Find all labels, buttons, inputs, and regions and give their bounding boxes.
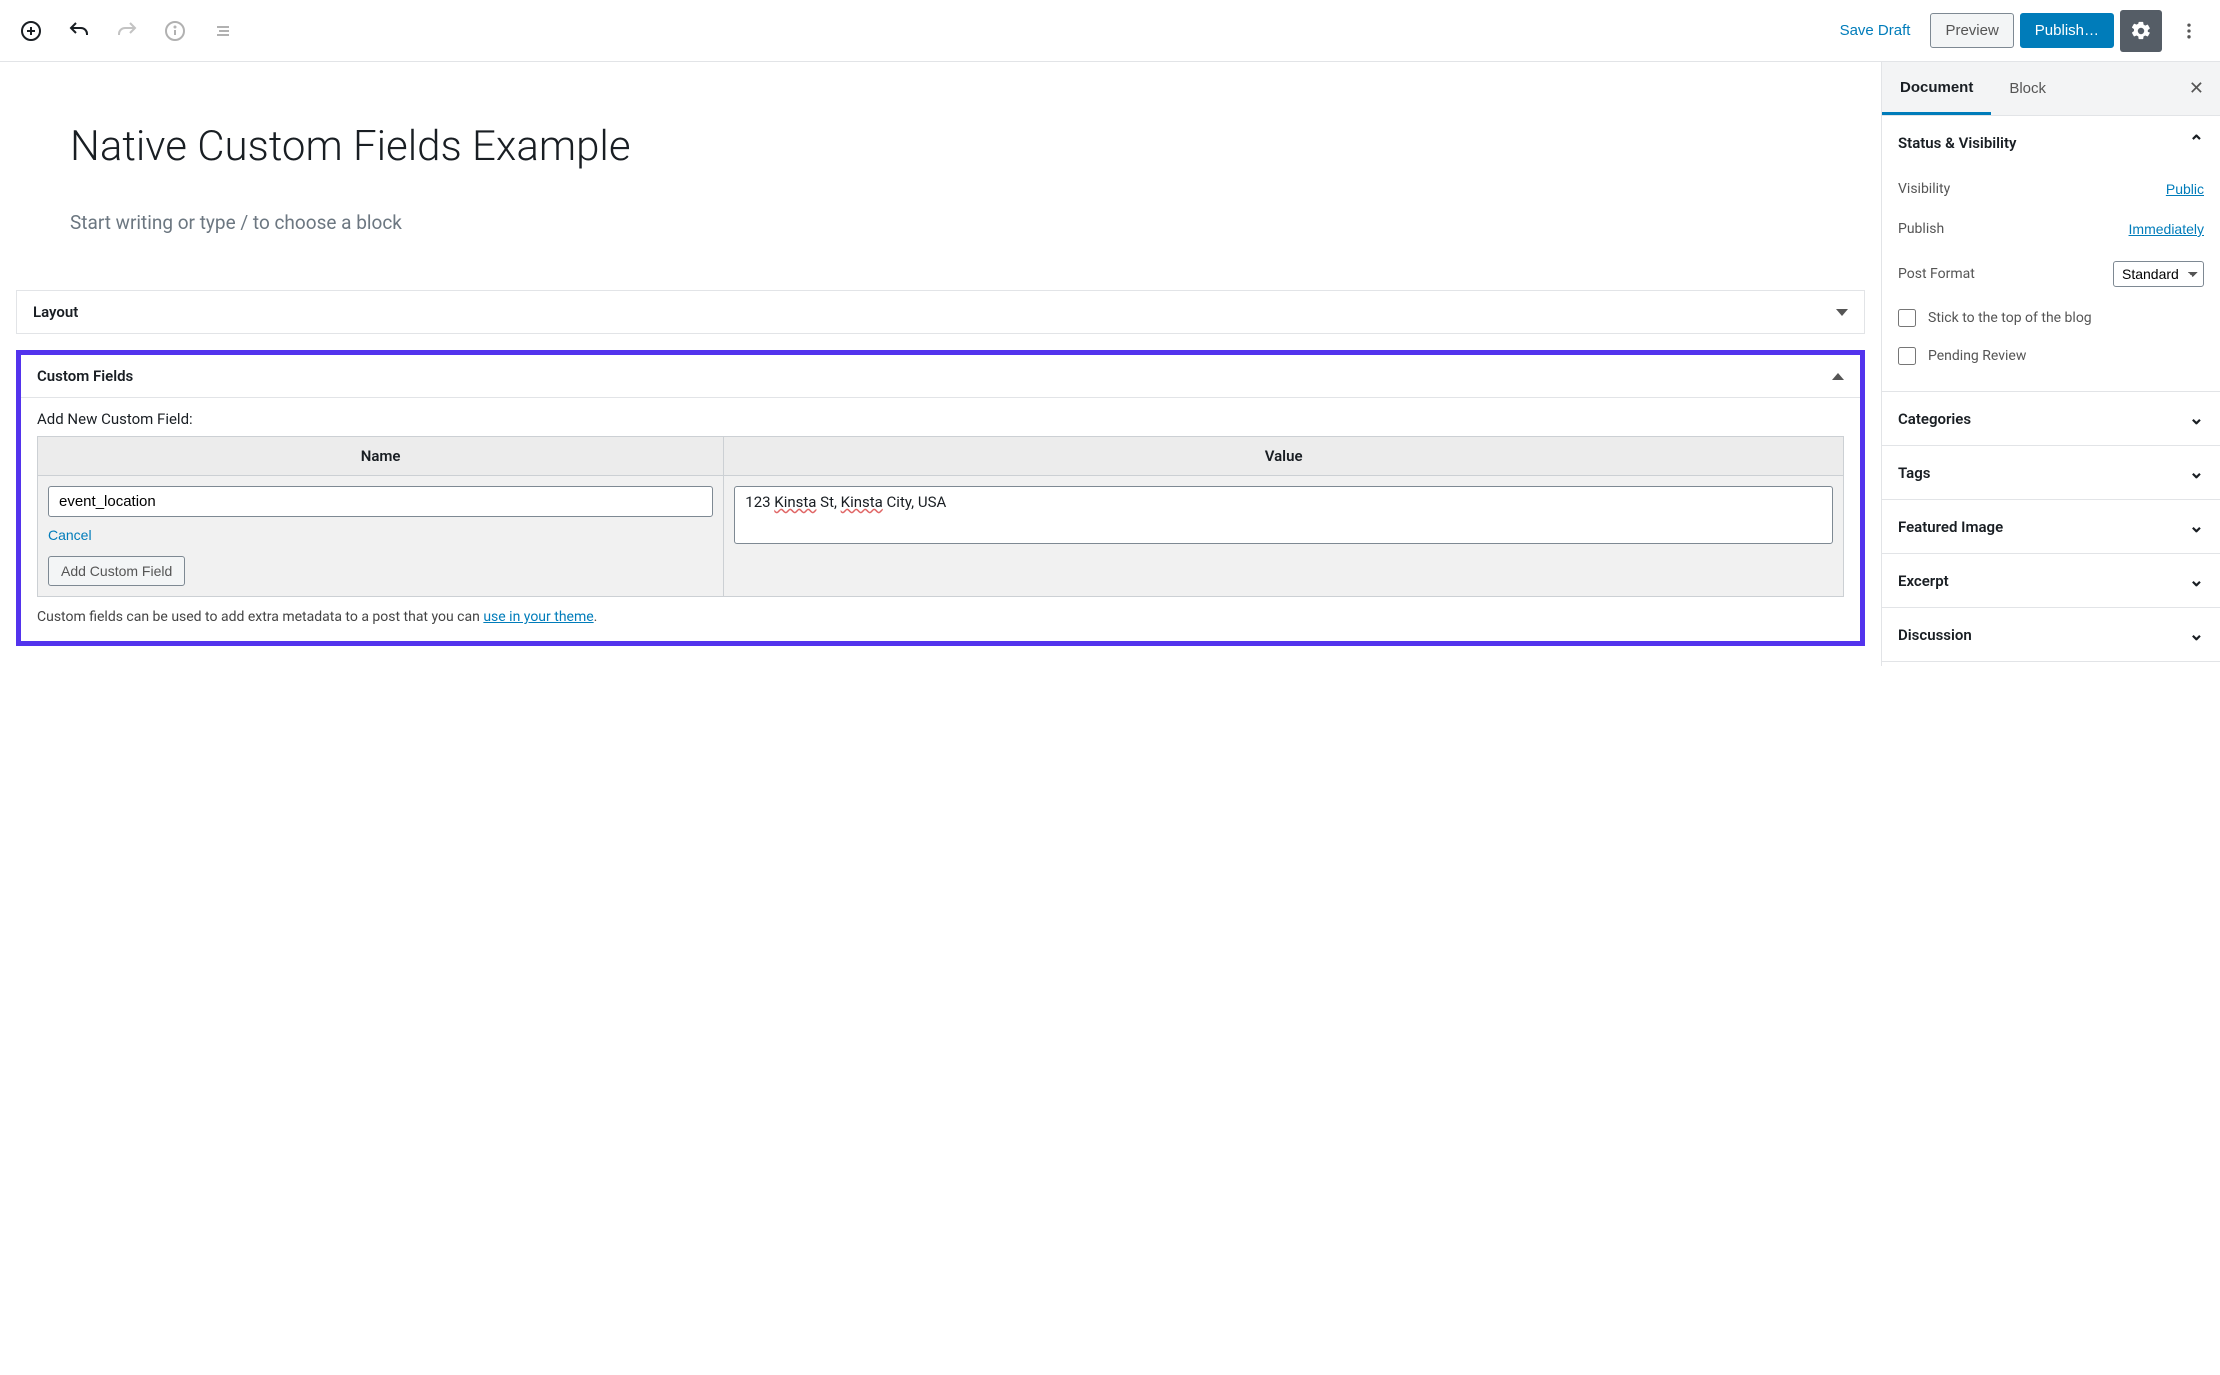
post-format-select[interactable]: Standard [2113, 261, 2204, 287]
visibility-label: Visibility [1898, 181, 1950, 197]
chevron-down-icon: ⌄ [2189, 408, 2204, 429]
settings-toggle-button[interactable] [2120, 10, 2162, 52]
panel-featured-image-title: Featured Image [1898, 518, 2003, 536]
list-icon [211, 19, 235, 43]
stick-to-top-checkbox[interactable]: Stick to the top of the blog [1898, 299, 2204, 337]
custom-fields-title: Custom Fields [37, 367, 133, 385]
cf-value-header: Value [724, 437, 1844, 476]
block-nav-button[interactable] [202, 10, 244, 52]
plus-circle-icon [19, 19, 43, 43]
save-draft-button[interactable]: Save Draft [1826, 12, 1925, 49]
panel-status-toggle[interactable]: Status & Visibility ⌃ [1882, 116, 2220, 169]
cf-name-header: Name [38, 437, 724, 476]
panel-categories-toggle[interactable]: Categories ⌄ [1882, 392, 2220, 445]
layout-metabox-toggle[interactable]: Layout [17, 291, 1864, 333]
post-title-input[interactable]: Native Custom Fields Example [70, 122, 1821, 171]
info-icon [163, 19, 187, 43]
undo-icon [67, 19, 91, 43]
sidebar-tabs: Document Block ✕ [1882, 62, 2220, 116]
panel-tags-title: Tags [1898, 464, 1931, 482]
tab-document[interactable]: Document [1882, 63, 1991, 115]
cf-value-input[interactable]: 123 Kinsta St, Kinsta City, USA [734, 486, 1833, 544]
stick-checkbox-input[interactable] [1898, 309, 1916, 327]
post-format-label: Post Format [1898, 266, 1975, 282]
redo-button[interactable] [106, 10, 148, 52]
tab-block[interactable]: Block [1991, 64, 2064, 113]
block-placeholder[interactable]: Start writing or type / to choose a bloc… [70, 211, 1821, 234]
chevron-down-icon: ⌄ [2189, 462, 2204, 483]
chevron-down-icon: ⌄ [2189, 624, 2204, 645]
redo-icon [115, 19, 139, 43]
caret-down-icon [1836, 309, 1848, 316]
cf-help-text: Custom fields can be used to add extra m… [37, 609, 1844, 625]
preview-button[interactable]: Preview [1930, 13, 2013, 48]
panel-discussion-toggle[interactable]: Discussion ⌄ [1882, 608, 2220, 661]
publish-label: Publish [1898, 221, 1944, 237]
undo-button[interactable] [58, 10, 100, 52]
custom-fields-metabox-toggle[interactable]: Custom Fields [21, 355, 1860, 397]
gear-icon [2130, 20, 2152, 42]
stick-checkbox-label: Stick to the top of the blog [1928, 310, 2092, 326]
top-toolbar: Save Draft Preview Publish… [0, 0, 2220, 62]
cf-cancel-button[interactable]: Cancel [48, 527, 92, 543]
editor-area: Native Custom Fields Example Start writi… [0, 62, 1881, 666]
layout-metabox: Layout [16, 290, 1865, 334]
sidebar-close-button[interactable]: ✕ [2173, 62, 2220, 115]
close-icon: ✕ [2189, 78, 2204, 98]
visibility-value-button[interactable]: Public [2166, 181, 2204, 197]
more-menu-button[interactable] [2168, 10, 2210, 52]
panel-discussion-title: Discussion [1898, 626, 1972, 644]
publish-button[interactable]: Publish… [2020, 13, 2114, 48]
more-vertical-icon [2179, 21, 2199, 41]
layout-metabox-title: Layout [33, 303, 78, 321]
pending-review-checkbox[interactable]: Pending Review [1898, 337, 2204, 375]
add-new-custom-field-label: Add New Custom Field: [37, 410, 1844, 428]
cf-row: Cancel Add Custom Field 123 Kinsta St, K… [38, 476, 1844, 597]
panel-status-title: Status & Visibility [1898, 134, 2016, 152]
publish-value-button[interactable]: Immediately [2129, 221, 2204, 237]
chevron-up-icon: ⌃ [2189, 132, 2204, 153]
panel-status-visibility: Status & Visibility ⌃ Visibility Public … [1882, 116, 2220, 392]
panel-tags-toggle[interactable]: Tags ⌄ [1882, 446, 2220, 499]
panel-featured-image-toggle[interactable]: Featured Image ⌄ [1882, 500, 2220, 553]
cf-name-input[interactable] [48, 486, 713, 517]
info-button[interactable] [154, 10, 196, 52]
add-block-button[interactable] [10, 10, 52, 52]
caret-up-icon [1832, 373, 1844, 380]
add-custom-field-button[interactable]: Add Custom Field [48, 556, 185, 586]
custom-fields-table: Name Value Cancel Add Custom Field [37, 436, 1844, 597]
chevron-down-icon: ⌄ [2189, 570, 2204, 591]
panel-excerpt-title: Excerpt [1898, 572, 1949, 590]
panel-excerpt-toggle[interactable]: Excerpt ⌄ [1882, 554, 2220, 607]
pending-checkbox-input[interactable] [1898, 347, 1916, 365]
cf-help-link[interactable]: use in your theme [483, 609, 593, 625]
panel-categories-title: Categories [1898, 410, 1971, 428]
toolbar-left [10, 10, 244, 52]
custom-fields-metabox: Custom Fields Add New Custom Field: Name… [16, 350, 1865, 646]
pending-checkbox-label: Pending Review [1928, 348, 2026, 364]
toolbar-right: Save Draft Preview Publish… [1826, 10, 2210, 52]
settings-sidebar: Document Block ✕ Status & Visibility ⌃ V… [1881, 62, 2220, 666]
chevron-down-icon: ⌄ [2189, 516, 2204, 537]
